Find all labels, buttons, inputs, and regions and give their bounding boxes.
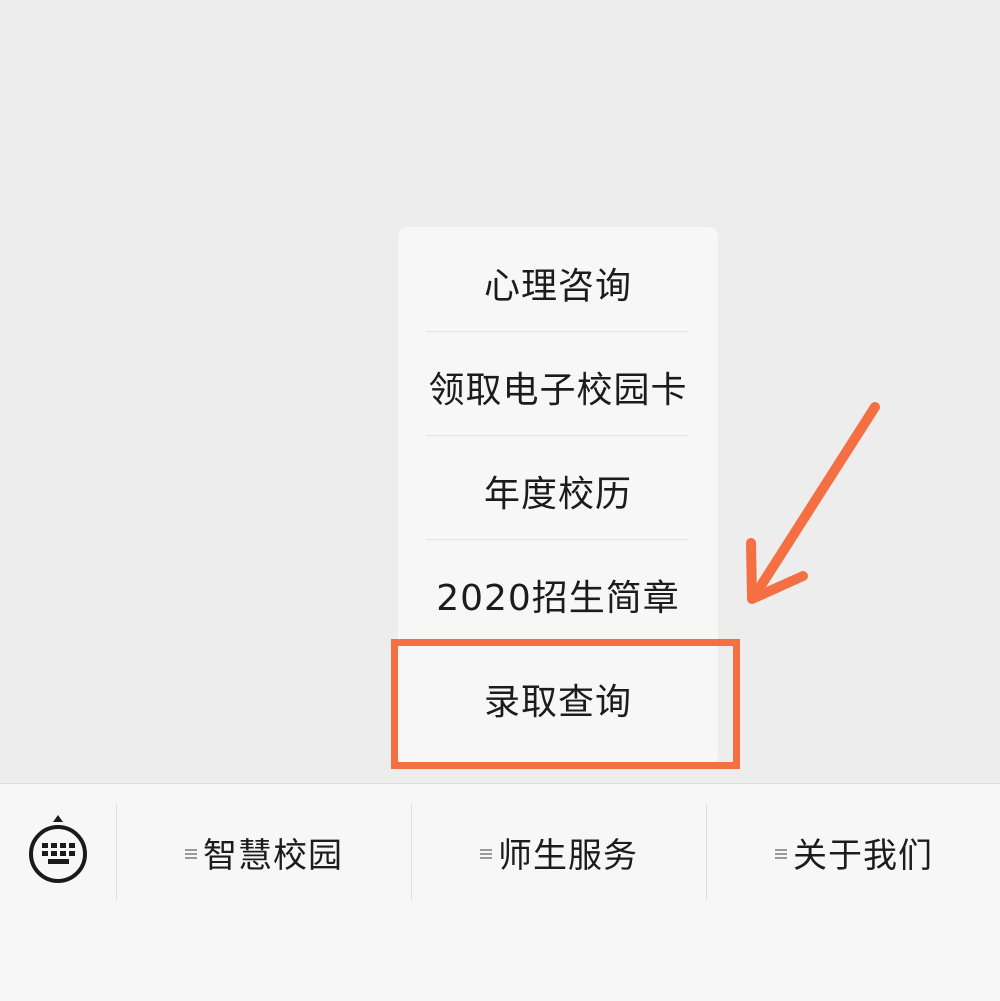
menu-divider xyxy=(426,331,688,332)
menu-item-label: 心理咨询 xyxy=(483,266,632,307)
menu-caret xyxy=(552,758,568,766)
menu-item-label: 年度校历 xyxy=(483,474,632,515)
menu-lines-icon xyxy=(185,847,197,861)
bottom-menu-bar: 智慧校园 师生服务 关于我们 xyxy=(0,783,1000,1001)
menu-item-label: 2020招生简章 xyxy=(436,578,680,619)
tab-about-us[interactable]: 关于我们 xyxy=(707,804,1000,900)
tab-label: 智慧校园 xyxy=(203,835,343,876)
menu-lines-icon xyxy=(775,847,787,861)
submenu-popup: 心理咨询 领取电子校园卡 年度校历 2020招生简章 录取查询 xyxy=(398,227,718,765)
tab-label: 师生服务 xyxy=(498,835,638,876)
menu-item-label: 领取电子校园卡 xyxy=(428,370,688,411)
menu-divider xyxy=(426,539,688,540)
tab-label: 关于我们 xyxy=(793,835,933,876)
keyboard-icon[interactable] xyxy=(26,814,90,884)
menu-item-school-calendar[interactable]: 年度校历 xyxy=(398,439,718,543)
menu-divider xyxy=(426,435,688,436)
menu-divider xyxy=(426,643,688,644)
menu-item-label: 录取查询 xyxy=(483,682,632,723)
tab-smart-campus[interactable]: 智慧校园 xyxy=(117,804,411,900)
menu-item-psych-consult[interactable]: 心理咨询 xyxy=(398,231,718,335)
menu-item-admission-query[interactable]: 录取查询 xyxy=(398,647,718,751)
menu-item-admission-brochure[interactable]: 2020招生简章 xyxy=(398,543,718,647)
menu-lines-icon xyxy=(480,847,492,861)
menu-item-campus-card[interactable]: 领取电子校园卡 xyxy=(398,335,718,439)
tab-teacher-student-services[interactable]: 师生服务 xyxy=(412,804,706,900)
